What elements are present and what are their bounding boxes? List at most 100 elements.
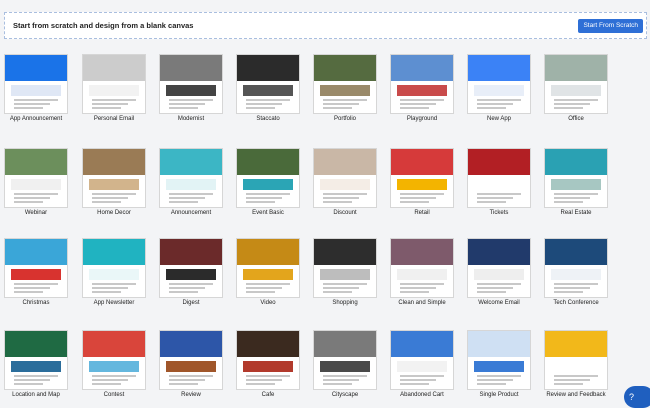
template-card[interactable]: Video	[234, 238, 302, 306]
thumbnail-text-line	[246, 196, 283, 199]
template-card[interactable]: Discount	[311, 148, 379, 216]
template-card[interactable]: Playground	[388, 54, 456, 122]
template-card[interactable]: Personal Email	[80, 54, 148, 122]
template-thumbnail[interactable]	[236, 54, 300, 114]
template-card[interactable]: Home Decor	[80, 148, 148, 216]
template-card[interactable]: New App	[465, 54, 533, 122]
template-thumbnail[interactable]	[313, 330, 377, 390]
thumbnail-body-block	[397, 85, 447, 96]
template-card[interactable]: Event Basic	[234, 148, 302, 216]
thumbnail-text-line	[14, 106, 43, 109]
thumbnail-text-line	[400, 374, 444, 377]
template-card[interactable]: App Announcement	[2, 54, 70, 122]
template-thumbnail[interactable]	[313, 238, 377, 298]
template-label: New App	[486, 116, 511, 122]
template-card[interactable]: Shopping	[311, 238, 379, 306]
template-thumbnail[interactable]	[82, 54, 146, 114]
thumbnail-hero-block	[468, 149, 530, 176]
template-card[interactable]: Clean and Simple	[388, 238, 456, 306]
thumbnail-text-line	[246, 200, 275, 203]
thumbnail-body-block	[166, 179, 216, 190]
template-card[interactable]: Staccato	[234, 54, 302, 122]
template-thumbnail[interactable]	[467, 238, 531, 298]
thumbnail-body-block	[11, 179, 61, 190]
template-thumbnail[interactable]	[159, 330, 223, 390]
template-card[interactable]: Cafe	[234, 330, 302, 398]
template-thumbnail[interactable]	[544, 54, 608, 114]
template-thumbnail[interactable]	[313, 148, 377, 208]
template-card[interactable]: Office	[542, 54, 610, 122]
template-thumbnail[interactable]	[159, 238, 223, 298]
template-card[interactable]: Webinar	[2, 148, 70, 216]
template-thumbnail[interactable]	[4, 54, 68, 114]
thumbnail-hero-block	[391, 239, 453, 266]
thumbnail-text-line	[477, 192, 521, 195]
thumbnail-text-line	[169, 378, 206, 381]
thumbnail-text-line	[169, 98, 213, 101]
template-card[interactable]: Christmas	[2, 238, 70, 306]
thumbnail-text-line	[477, 106, 506, 109]
template-thumbnail[interactable]	[544, 330, 608, 390]
template-label: Retail	[414, 210, 430, 216]
template-thumbnail[interactable]	[236, 148, 300, 208]
template-thumbnail[interactable]	[313, 54, 377, 114]
thumbnail-text-line	[169, 102, 206, 105]
template-card[interactable]: App Newsletter	[80, 238, 148, 306]
thumbnail-text-line	[169, 192, 213, 195]
template-card[interactable]: Single Product	[465, 330, 533, 398]
template-card[interactable]: Retail	[388, 148, 456, 216]
template-thumbnail[interactable]	[390, 148, 454, 208]
template-card[interactable]: Portfolio	[311, 54, 379, 122]
thumbnail-text-line	[14, 286, 51, 289]
thumbnail-body-block	[89, 179, 139, 190]
template-thumbnail[interactable]	[4, 330, 68, 390]
thumbnail-text-line	[92, 378, 129, 381]
template-thumbnail[interactable]	[467, 148, 531, 208]
template-thumbnail[interactable]	[390, 238, 454, 298]
template-thumbnail[interactable]	[390, 54, 454, 114]
thumbnail-text-line	[554, 286, 591, 289]
thumbnail-text-line	[14, 196, 51, 199]
template-card[interactable]: Contest	[80, 330, 148, 398]
template-card[interactable]: Review	[157, 330, 225, 398]
template-card[interactable]: Digest	[157, 238, 225, 306]
template-card[interactable]: Tech Conference	[542, 238, 610, 306]
thumbnail-hero-block	[468, 239, 530, 266]
template-thumbnail[interactable]	[4, 238, 68, 298]
template-thumbnail[interactable]	[236, 330, 300, 390]
template-thumbnail[interactable]	[390, 330, 454, 390]
template-card[interactable]: Real Estate	[542, 148, 610, 216]
template-card[interactable]: Tickets	[465, 148, 533, 216]
template-label: Office	[568, 116, 584, 122]
template-thumbnail[interactable]	[4, 148, 68, 208]
template-thumbnail[interactable]	[544, 238, 608, 298]
template-thumbnail[interactable]	[236, 238, 300, 298]
template-thumbnail[interactable]	[159, 54, 223, 114]
template-card[interactable]: Welcome Email	[465, 238, 533, 306]
thumbnail-text-line	[92, 290, 121, 293]
thumbnail-text-line	[92, 282, 136, 285]
thumbnail-hero-block	[160, 149, 222, 176]
template-thumbnail[interactable]	[159, 148, 223, 208]
template-card[interactable]: Location and Map	[2, 330, 70, 398]
template-thumbnail[interactable]	[82, 238, 146, 298]
template-label: Real Estate	[560, 210, 592, 216]
template-label: Tickets	[489, 210, 509, 216]
template-thumbnail[interactable]	[82, 148, 146, 208]
thumbnail-hero-block	[314, 55, 376, 82]
template-card[interactable]: Abandoned Cart	[388, 330, 456, 398]
template-label: Review and Feedback	[546, 392, 606, 398]
template-card[interactable]: Modernist	[157, 54, 225, 122]
template-card[interactable]: Cityscape	[311, 330, 379, 398]
template-label: Contest	[103, 392, 125, 398]
template-label: Video	[260, 300, 276, 306]
start-from-scratch-button[interactable]: Start From Scratch	[578, 19, 643, 33]
template-thumbnail[interactable]	[82, 330, 146, 390]
template-thumbnail[interactable]	[544, 148, 608, 208]
thumbnail-body-block	[551, 361, 601, 372]
template-thumbnail[interactable]	[467, 54, 531, 114]
template-card[interactable]: Announcement	[157, 148, 225, 216]
template-card[interactable]: Review and Feedback	[542, 330, 610, 398]
template-label: Playground	[406, 116, 438, 122]
template-thumbnail[interactable]	[467, 330, 531, 390]
